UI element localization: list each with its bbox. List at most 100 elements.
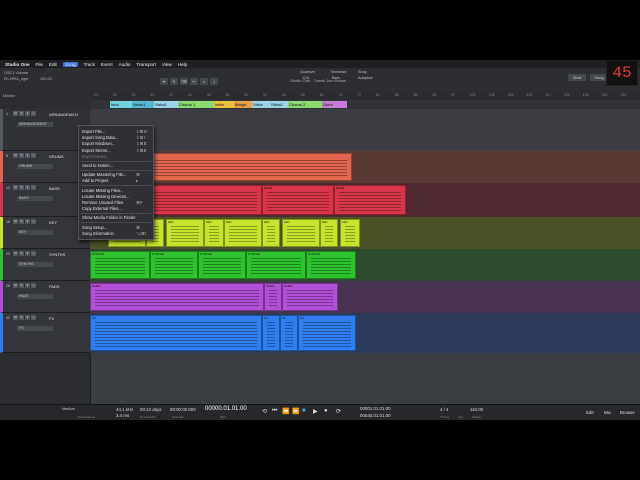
track-header[interactable]: 42 M S ● ◐ FX FX bbox=[0, 313, 90, 353]
loop-end[interactable]: 00040.01.01.00 bbox=[360, 413, 391, 418]
file-menu-item[interactable]: Export Notes... bbox=[82, 154, 110, 159]
track-name[interactable]: DRUMS bbox=[49, 154, 64, 159]
record-arm-button[interactable]: ● bbox=[25, 283, 30, 288]
event-clip[interactable]: SYNTHS bbox=[198, 251, 246, 279]
event-clip[interactable]: PADS bbox=[90, 283, 264, 311]
track-name[interactable]: PADS bbox=[49, 284, 60, 289]
event-clip[interactable]: KEY bbox=[204, 219, 224, 247]
event-clip[interactable]: SYNTHS bbox=[246, 251, 306, 279]
track-lane[interactable] bbox=[90, 109, 640, 151]
event-clip[interactable]: BASS bbox=[334, 185, 406, 215]
instrument-selector[interactable]: BASS bbox=[17, 196, 53, 201]
mute-button[interactable]: M bbox=[13, 219, 18, 224]
track-header[interactable]: 5 M S ● ◐ DRUMS DRUMS bbox=[0, 151, 90, 183]
record-arm-button[interactable]: ● bbox=[25, 111, 30, 116]
mute-button[interactable]: M bbox=[13, 283, 18, 288]
solo-button[interactable]: S bbox=[19, 315, 24, 320]
event-clip[interactable]: SYNTHS bbox=[90, 251, 150, 279]
file-menu-item[interactable]: Add to Project ▸ bbox=[82, 178, 138, 183]
monitor-button[interactable]: ◐ bbox=[31, 283, 36, 288]
track-lane[interactable]: SYNTHS SYNTHS SYNTHS SYNTHS SYNTHS bbox=[90, 249, 640, 281]
file-menu-item[interactable]: Import Song Data... ⇧⌘I bbox=[82, 135, 145, 140]
event-clip[interactable]: PADS bbox=[282, 283, 338, 311]
track-header[interactable]: 1 M S ● ◐ ARRANGEMCH ARRANGEMENT bbox=[0, 109, 90, 151]
file-menu-item[interactable]: Remove Unused Files ⌘F bbox=[82, 200, 143, 205]
record-arm-button[interactable]: ● bbox=[25, 185, 30, 190]
track-name[interactable]: BASS bbox=[49, 186, 60, 191]
loop-start[interactable]: 00001.01.01.00 bbox=[360, 406, 391, 411]
monitor-button[interactable]: ◐ bbox=[31, 111, 36, 116]
track-name[interactable]: SYNTHS bbox=[49, 252, 65, 257]
event-clip[interactable]: KEY bbox=[224, 219, 262, 247]
monitor-button[interactable]: ◐ bbox=[31, 185, 36, 190]
stop-icon[interactable]: ■ bbox=[302, 408, 306, 414]
mute-button[interactable]: M bbox=[13, 185, 18, 190]
file-menu-item[interactable]: Locate Missing Files... bbox=[82, 188, 123, 193]
solo-button[interactable]: S bbox=[19, 153, 24, 158]
track-header[interactable]: 12 M S ● ◐ BASS BASS bbox=[0, 183, 90, 217]
track-lane[interactable]: FX FX FX FX bbox=[90, 313, 640, 353]
event-clip[interactable]: FX bbox=[90, 315, 262, 351]
event-clip[interactable]: KEY bbox=[320, 219, 338, 247]
instrument-selector[interactable]: SYNTHS bbox=[17, 262, 53, 267]
track-header[interactable]: 23 M S ● ◐ SYNTHS SYNTHS bbox=[0, 249, 90, 281]
track-name[interactable]: ARRANGEMCH bbox=[49, 112, 78, 117]
file-menu-item[interactable]: Copy External Files... bbox=[82, 206, 122, 211]
loop-toggle-icon[interactable]: ⟳ bbox=[336, 408, 341, 415]
solo-button[interactable]: S bbox=[19, 185, 24, 190]
event-clip[interactable]: KEY bbox=[262, 219, 280, 247]
solo-button[interactable]: S bbox=[19, 251, 24, 256]
monitor-button[interactable]: ◐ bbox=[31, 153, 36, 158]
track-lane[interactable]: PADS PADS PADS bbox=[90, 281, 640, 313]
event-clip[interactable]: PADS bbox=[264, 283, 282, 311]
event-clip[interactable]: BASS bbox=[262, 185, 334, 215]
file-menu-item[interactable]: Export Mixdown... ⇧⌘E bbox=[82, 141, 147, 146]
file-menu-item[interactable]: Song Information ⌥⌘I bbox=[82, 231, 146, 236]
event-clip[interactable]: SYNTHS bbox=[306, 251, 356, 279]
event-clip[interactable]: KEY bbox=[166, 219, 204, 247]
mix-button[interactable]: Mix bbox=[604, 410, 611, 415]
record-icon[interactable]: ● bbox=[324, 408, 328, 414]
fast-forward-icon[interactable]: ⏩ bbox=[292, 408, 299, 415]
play-icon[interactable]: ▶ bbox=[313, 408, 318, 415]
instrument-selector[interactable]: FX bbox=[17, 326, 53, 331]
track-lane[interactable]: DRUMS bbox=[90, 151, 640, 183]
mute-button[interactable]: M bbox=[13, 153, 18, 158]
file-menu-item[interactable]: Locate Missing Devices... bbox=[82, 194, 129, 199]
record-arm-button[interactable]: ● bbox=[25, 251, 30, 256]
record-arm-button[interactable]: ● bbox=[25, 153, 30, 158]
mute-button[interactable]: M bbox=[13, 111, 18, 116]
tempo-value[interactable]: 110.00 bbox=[470, 407, 483, 412]
solo-button[interactable]: S bbox=[19, 219, 24, 224]
track-header[interactable]: 28 M S ● ◐ PADS PADS bbox=[0, 281, 90, 313]
rewind-icon[interactable]: ⏪ bbox=[282, 408, 289, 415]
loop-icon[interactable]: ⟲ bbox=[262, 408, 267, 415]
return-to-zero-icon[interactable]: ⏮ bbox=[272, 408, 277, 415]
time-signature[interactable]: 4 / 4 bbox=[440, 407, 449, 412]
event-clip[interactable]: KEY bbox=[282, 219, 320, 247]
track-lane[interactable]: BASSBASSBASS bbox=[90, 183, 640, 217]
instrument-selector[interactable]: ARRANGEMENT bbox=[17, 122, 53, 127]
event-clip[interactable]: FX bbox=[280, 315, 298, 351]
instrument-selector[interactable]: PADS bbox=[17, 294, 53, 299]
record-arm-button[interactable]: ● bbox=[25, 315, 30, 320]
file-menu-item[interactable]: Send to Notion... bbox=[82, 163, 113, 168]
instrument-selector[interactable]: KEY bbox=[17, 230, 53, 235]
file-menu-item[interactable]: Update Mastering File... ⌘ bbox=[82, 172, 140, 177]
file-menu-item[interactable]: Import File... ⇧⌘O bbox=[82, 129, 147, 134]
monitor-button[interactable]: ◐ bbox=[31, 251, 36, 256]
track-header[interactable]: 18 M S ● ◐ KEY KEY bbox=[0, 217, 90, 249]
solo-button[interactable]: S bbox=[19, 283, 24, 288]
track-name[interactable]: FX bbox=[49, 316, 54, 321]
position-display[interactable]: 00000.01.01.00 bbox=[205, 406, 247, 412]
file-menu-item[interactable]: Show Media Folder in Finder bbox=[82, 215, 136, 220]
track-name[interactable]: KEY bbox=[49, 220, 57, 225]
record-arm-button[interactable]: ● bbox=[25, 219, 30, 224]
event-clip[interactable]: FX bbox=[262, 315, 280, 351]
event-clip[interactable]: SYNTHS bbox=[150, 251, 198, 279]
track-lane[interactable]: KEYKEYKEYKEYKEYKEYKEYKEYKEY bbox=[90, 217, 640, 249]
monitor-button[interactable]: ◐ bbox=[31, 219, 36, 224]
mute-button[interactable]: M bbox=[13, 315, 18, 320]
edit-button[interactable]: Edit bbox=[586, 410, 594, 415]
file-menu-item[interactable]: Export Stems... ⇧⌘E bbox=[82, 148, 147, 153]
